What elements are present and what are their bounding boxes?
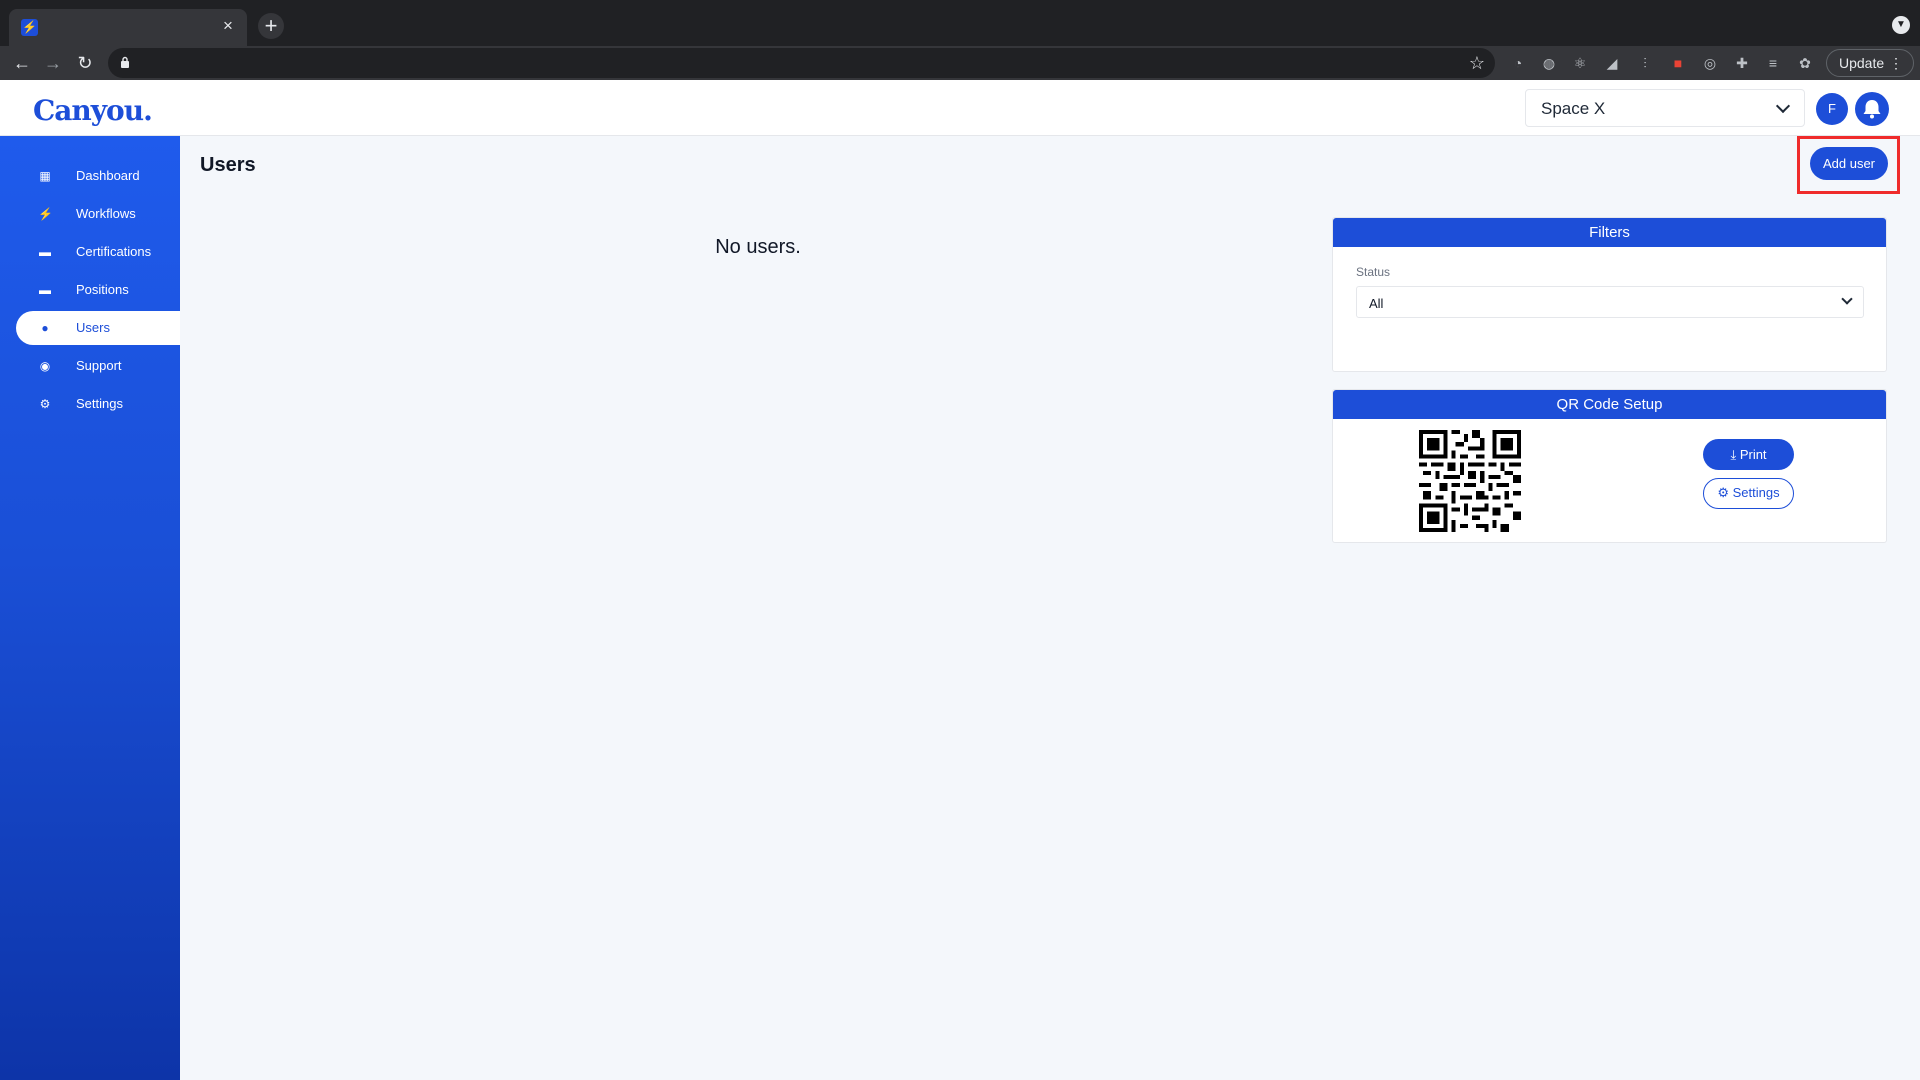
status-filter-label: Status: [1356, 265, 1391, 279]
gear-icon: ⚙: [39, 397, 51, 411]
sidebar-item-users[interactable]: ● Users: [16, 311, 180, 345]
qr-settings-button[interactable]: ⚙ Settings: [1703, 478, 1794, 509]
notifications-button[interactable]: [1855, 92, 1889, 126]
browser-tab-bar: ⚡ × + ▼: [0, 0, 1920, 46]
update-label: Update: [1839, 55, 1885, 71]
sidebar-item-label: Users: [76, 320, 110, 335]
filters-panel-title: Filters: [1333, 218, 1886, 247]
new-tab-button[interactable]: +: [258, 13, 284, 39]
chevron-down-icon[interactable]: ▼: [1892, 16, 1910, 34]
bolt-icon: ⚡: [38, 207, 53, 221]
dashboard-icon: ▦: [39, 169, 51, 183]
sidebar-item-dashboard[interactable]: ▦ Dashboard: [16, 159, 180, 193]
user-icon: ●: [41, 321, 49, 335]
browser-toolbar: ← → ↻ ☆ ◔ ◍ ⚛ ◢ ⫶ ■ ◎ ✚ ≡ ✿ Update ⋮: [0, 46, 1920, 80]
sidebar-item-positions[interactable]: ▬ Positions: [16, 273, 180, 307]
extension-icon[interactable]: ✿: [1795, 53, 1815, 73]
sidebar-item-label: Dashboard: [76, 168, 140, 183]
sidebar-item-label: Certifications: [76, 244, 152, 259]
briefcase-icon: ▬: [39, 283, 51, 297]
sidebar-item-label: Positions: [76, 282, 129, 297]
workspace-select[interactable]: Space X: [1525, 89, 1805, 127]
close-icon[interactable]: ×: [219, 17, 237, 35]
extension-icon[interactable]: ◢: [1602, 53, 1622, 73]
sidebar-item-label: Settings: [76, 396, 123, 411]
qr-setup-panel: QR Code Setup ⤓ Print ⚙ Settings: [1332, 389, 1887, 543]
empty-state-message: No users.: [715, 236, 801, 258]
reload-icon[interactable]: ↻: [73, 51, 97, 75]
sidebar-item-certifications[interactable]: ▬ Certifications: [16, 235, 180, 269]
qr-setup-panel-title: QR Code Setup: [1333, 390, 1886, 419]
workspace-label: Space X: [1541, 99, 1606, 118]
print-label: Print: [1739, 447, 1767, 462]
extension-icon[interactable]: ◔: [1508, 53, 1528, 73]
sidebar-item-workflows[interactable]: ⚡ Workflows: [16, 197, 180, 231]
logo[interactable]: Canyou.: [33, 94, 153, 127]
puzzle-icon[interactable]: ✚: [1732, 53, 1752, 73]
page-title: Users: [200, 154, 256, 176]
briefcase-icon: ▬: [39, 245, 51, 259]
sidebar-item-label: Support: [76, 358, 122, 373]
sidebar-item-settings[interactable]: ⚙ Settings: [16, 387, 180, 421]
avatar[interactable]: F: [1816, 93, 1848, 125]
chat-icon: ◉: [39, 359, 51, 373]
chevron-down-icon: [1841, 293, 1853, 305]
bell-icon: [1863, 100, 1881, 119]
extension-icon[interactable]: ◎: [1700, 53, 1720, 73]
app-header: Canyou. Space X F: [0, 80, 1920, 136]
browser-tab[interactable]: ⚡ ×: [9, 9, 247, 46]
gear-icon: ⚙: [1717, 485, 1730, 500]
extension-icon[interactable]: ⫶: [1635, 53, 1655, 73]
chevron-down-icon: [1775, 98, 1791, 114]
extension-icon[interactable]: ■: [1668, 53, 1688, 73]
lock-icon: [121, 56, 129, 68]
filters-panel: Filters Status All: [1332, 217, 1887, 372]
print-button[interactable]: ⤓ Print: [1703, 439, 1794, 470]
status-filter-value: All: [1369, 296, 1384, 311]
bolt-icon: ⚡: [21, 19, 38, 36]
qr-code: [1419, 430, 1521, 532]
more-menu-icon[interactable]: ⋮: [1889, 50, 1903, 76]
download-icon: ⤓: [1730, 447, 1737, 462]
media-icon[interactable]: ≡: [1763, 53, 1783, 73]
update-button[interactable]: Update ⋮: [1826, 49, 1914, 77]
forward-arrow-icon[interactable]: →: [41, 51, 65, 75]
back-arrow-icon[interactable]: ←: [10, 51, 34, 75]
status-filter-select[interactable]: All: [1356, 286, 1864, 318]
sidebar-item-label: Workflows: [76, 206, 136, 221]
extension-icon[interactable]: ◍: [1539, 53, 1559, 73]
sidebar: ▦ Dashboard ⚡ Workflows ▬ Certifications…: [0, 136, 180, 1080]
extension-icon[interactable]: ⚛: [1570, 53, 1590, 73]
bookmark-star-icon[interactable]: ☆: [1469, 52, 1485, 74]
sidebar-item-support[interactable]: ◉ Support: [16, 349, 180, 383]
qr-settings-label: Settings: [1732, 485, 1780, 500]
highlight-box: [1797, 136, 1900, 194]
address-bar[interactable]: ☆: [108, 48, 1495, 78]
